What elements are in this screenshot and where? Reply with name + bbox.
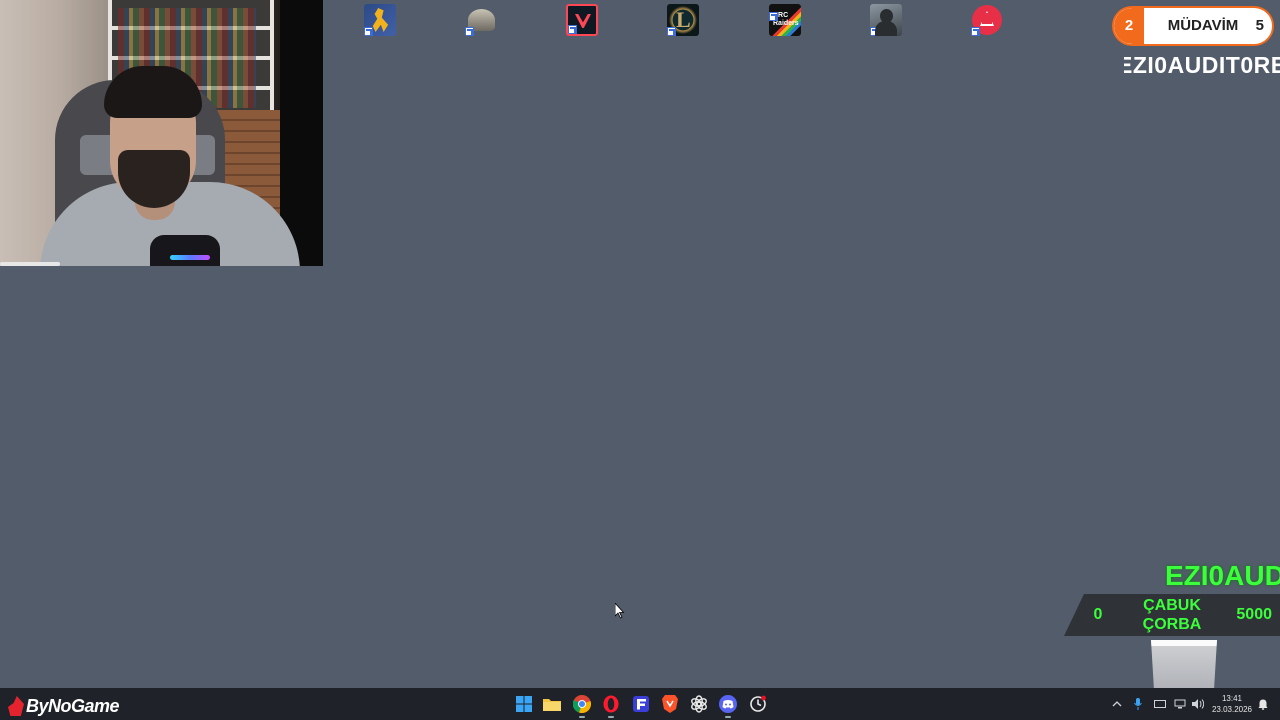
running-indicator: [725, 716, 731, 718]
arc-raiders-icon[interactable]: ARC Raiders: [769, 4, 801, 36]
scrolling-name-text: EZI0AUDIT0RE: [1124, 52, 1280, 78]
brave-icon: [662, 695, 678, 713]
notification-bell-icon[interactable]: [1256, 688, 1270, 720]
volume-tray-icon[interactable]: [1191, 688, 1205, 720]
opera-button[interactable]: [599, 692, 623, 718]
cable: [0, 262, 60, 266]
tray-overflow-chevron-icon[interactable]: [1110, 688, 1124, 720]
opera-icon: [603, 695, 619, 713]
chrome-button[interactable]: [570, 692, 594, 718]
running-indicator: [608, 716, 614, 718]
shortcut-arrow-icon: [667, 27, 676, 36]
shortcut-arrow-icon: [364, 27, 373, 36]
goal-username: EZI0AUDITORE: [1165, 560, 1280, 592]
subscriber-goal: 5: [1255, 17, 1264, 34]
microphone-led: [170, 255, 210, 260]
app-f-button[interactable]: [629, 692, 653, 716]
webcam-overlay: [0, 0, 323, 266]
discord-icon: [719, 695, 737, 713]
bynogame-logo-text: ByNoGame: [26, 695, 120, 716]
running-indicator: [579, 716, 585, 718]
clock-date: 23.03.2026: [1211, 705, 1253, 714]
timer-app-icon: [750, 695, 766, 712]
folder-icon: [543, 699, 561, 711]
brave-button[interactable]: [658, 692, 682, 716]
subscriber-label: MÜDAVİM: [1167, 17, 1239, 34]
letter-f-app-icon: [633, 696, 649, 712]
keyboard-tray-icon[interactable]: [1153, 688, 1167, 720]
bynogame-logo-icon: [8, 696, 24, 716]
scrolling-name: EZI0AUDIT0RE: [1124, 52, 1280, 79]
counter-strike-icon[interactable]: [364, 4, 396, 36]
donation-goal-bar: 0 ÇABUK ÇORBA 5000: [1064, 594, 1280, 636]
microphone-tray-icon[interactable]: [1131, 688, 1145, 720]
bynogame-watermark: ByNoGame: [8, 694, 120, 718]
shortcut-arrow-icon: [769, 12, 778, 21]
goal-max: 5000: [1236, 606, 1272, 623]
goal-title: ÇABUK ÇORBA: [1142, 597, 1202, 633]
clock-app-button[interactable]: [746, 692, 770, 716]
red-launcher-icon[interactable]: [971, 4, 1003, 36]
network-tray-icon[interactable]: [1173, 688, 1187, 720]
chatgpt-icon: [691, 695, 707, 713]
shortcut-arrow-icon: [971, 27, 980, 36]
chatgpt-button[interactable]: [687, 692, 711, 716]
league-of-legends-icon[interactable]: [667, 4, 699, 36]
subscriber-current: 2: [1114, 8, 1144, 44]
goal-min: 0: [1093, 606, 1103, 623]
shortcut-arrow-icon: [465, 27, 474, 36]
chrome-icon: [573, 695, 591, 713]
microphone: [150, 235, 220, 266]
subscriber-goal-counter: 2 MÜDAVİM 5: [1112, 6, 1274, 46]
valorant-icon[interactable]: [566, 4, 598, 36]
system-clock[interactable]: 13:41 23.03.2026: [1210, 693, 1254, 715]
file-explorer-button[interactable]: [540, 692, 564, 716]
windows-logo-icon: [516, 696, 532, 712]
windows-start-button[interactable]: [512, 692, 536, 716]
clock-time: 13:41: [1221, 694, 1243, 703]
streamer-hair: [104, 66, 202, 118]
shortcut-arrow-icon: [870, 27, 879, 36]
discord-button[interactable]: [716, 692, 740, 718]
shortcut-arrow-icon: [568, 25, 577, 34]
soldier-game-icon[interactable]: [870, 4, 902, 36]
goal-username-text: EZI0AUDITORE: [1165, 560, 1280, 591]
cursor-arrow-icon: [615, 603, 625, 619]
pubg-icon[interactable]: [465, 4, 497, 36]
